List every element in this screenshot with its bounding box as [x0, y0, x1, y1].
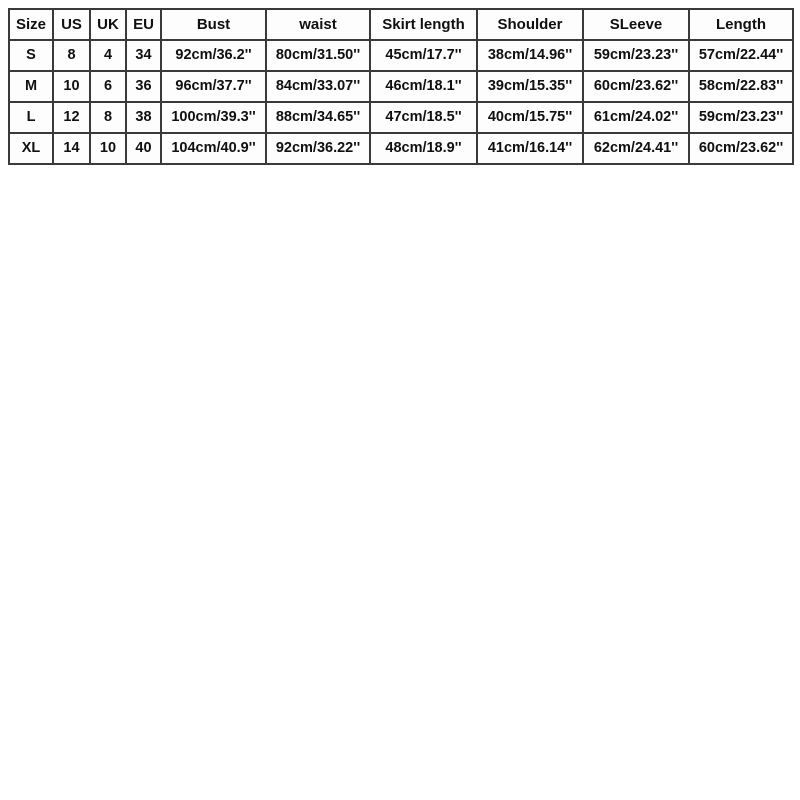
cell-uk: 8: [89, 101, 127, 134]
cell-eu: 38: [125, 101, 162, 134]
cell-shoulder: 41cm/16.14'': [476, 132, 584, 165]
cell-waist: 84cm/33.07'': [265, 70, 371, 103]
cell-length: 59cm/23.23'': [688, 101, 794, 134]
column-header-bust: Bust: [160, 8, 267, 41]
table-row: L 12 8 38 100cm/39.3'' 88cm/34.65'' 47cm…: [8, 101, 794, 134]
cell-length: 60cm/23.62'': [688, 132, 794, 165]
cell-uk: 10: [89, 132, 127, 165]
table-row: M 10 6 36 96cm/37.7'' 84cm/33.07'' 46cm/…: [8, 70, 794, 103]
cell-skirt-length: 47cm/18.5'': [369, 101, 478, 134]
cell-bust: 100cm/39.3'': [160, 101, 267, 134]
cell-length: 57cm/22.44'': [688, 39, 794, 72]
cell-waist: 92cm/36.22'': [265, 132, 371, 165]
size-chart-table: Size US UK EU Bust waist Skirt length Sh…: [8, 8, 794, 165]
column-header-size: Size: [8, 8, 54, 41]
column-header-waist: waist: [265, 8, 371, 41]
cell-length: 58cm/22.83'': [688, 70, 794, 103]
column-header-eu: EU: [125, 8, 162, 41]
column-header-uk: UK: [89, 8, 127, 41]
size-chart-body: S 8 4 34 92cm/36.2'' 80cm/31.50'' 45cm/1…: [8, 39, 794, 165]
cell-bust: 92cm/36.2'': [160, 39, 267, 72]
table-header-row: Size US UK EU Bust waist Skirt length Sh…: [8, 8, 794, 41]
column-header-length: Length: [688, 8, 794, 41]
cell-skirt-length: 46cm/18.1'': [369, 70, 478, 103]
cell-waist: 80cm/31.50'': [265, 39, 371, 72]
cell-size: S: [8, 39, 54, 72]
cell-uk: 6: [89, 70, 127, 103]
cell-uk: 4: [89, 39, 127, 72]
column-header-skirt-length: Skirt length: [369, 8, 478, 41]
cell-eu: 40: [125, 132, 162, 165]
cell-us: 12: [52, 101, 91, 134]
cell-size: XL: [8, 132, 54, 165]
column-header-us: US: [52, 8, 91, 41]
cell-size: M: [8, 70, 54, 103]
cell-size: L: [8, 101, 54, 134]
cell-bust: 96cm/37.7'': [160, 70, 267, 103]
cell-shoulder: 38cm/14.96'': [476, 39, 584, 72]
size-chart-container: Size US UK EU Bust waist Skirt length Sh…: [8, 8, 794, 165]
cell-eu: 34: [125, 39, 162, 72]
cell-waist: 88cm/34.65'': [265, 101, 371, 134]
cell-sleeve: 61cm/24.02'': [582, 101, 690, 134]
table-row: S 8 4 34 92cm/36.2'' 80cm/31.50'' 45cm/1…: [8, 39, 794, 72]
cell-sleeve: 60cm/23.62'': [582, 70, 690, 103]
column-header-sleeve: SLeeve: [582, 8, 690, 41]
cell-shoulder: 40cm/15.75'': [476, 101, 584, 134]
column-header-shoulder: Shoulder: [476, 8, 584, 41]
cell-us: 10: [52, 70, 91, 103]
cell-sleeve: 62cm/24.41'': [582, 132, 690, 165]
cell-skirt-length: 48cm/18.9'': [369, 132, 478, 165]
cell-bust: 104cm/40.9'': [160, 132, 267, 165]
cell-shoulder: 39cm/15.35'': [476, 70, 584, 103]
cell-us: 8: [52, 39, 91, 72]
table-row: XL 14 10 40 104cm/40.9'' 92cm/36.22'' 48…: [8, 132, 794, 165]
page-canvas: Size US UK EU Bust waist Skirt length Sh…: [0, 0, 800, 800]
size-chart-header: Size US UK EU Bust waist Skirt length Sh…: [8, 8, 794, 41]
cell-eu: 36: [125, 70, 162, 103]
cell-us: 14: [52, 132, 91, 165]
cell-skirt-length: 45cm/17.7'': [369, 39, 478, 72]
cell-sleeve: 59cm/23.23'': [582, 39, 690, 72]
